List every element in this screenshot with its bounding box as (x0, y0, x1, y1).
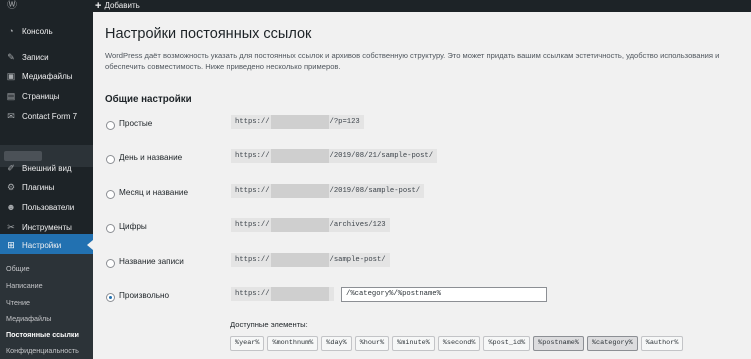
option-label[interactable]: День и название (119, 153, 182, 162)
sidebar-item-media[interactable]: ▣ Медиафайлы (0, 65, 93, 87)
sidebar-item-pages[interactable]: ▤ Страницы (0, 85, 93, 107)
settings-submenu: Общие Написание Чтение Медиафайлы Постоя… (0, 254, 93, 359)
example-url: https:///sample-post/ (231, 253, 390, 267)
main-content: Настройки постоянных ссылок WordPress да… (93, 12, 751, 359)
submenu-item-privacy[interactable]: Конфиденциальность (6, 346, 79, 355)
option-label[interactable]: Произвольно (119, 291, 169, 300)
sidebar-item-label: Настройки (22, 240, 62, 250)
tag-button-monthnum[interactable]: %monthnum% (267, 336, 319, 351)
submenu-item-writing[interactable]: Написание (6, 281, 43, 290)
tag-button-minute[interactable]: %minute% (392, 336, 435, 351)
radio-button-selected[interactable] (106, 293, 115, 302)
sidebar-item-label: Внешний вид (22, 163, 72, 173)
sidebar-item-contact-form[interactable]: ✉ Contact Form 7 (0, 105, 93, 127)
sidebar-item-label: Плагины (22, 182, 55, 192)
option-label[interactable]: Цифры (119, 222, 147, 231)
sidebar-item-label: Contact Form 7 (22, 111, 78, 121)
pages-icon: ▤ (6, 91, 16, 101)
page-title: Настройки постоянных ссылок (105, 26, 312, 42)
sidebar-item-label: Инструменты (22, 222, 72, 232)
permalink-option-post-name[interactable]: Название записи https:///sample-post/ (105, 253, 745, 275)
submenu-item-media[interactable]: Медиафайлы (6, 314, 51, 323)
submenu-item-permalinks[interactable]: Постоянные ссылки (6, 330, 79, 339)
tag-button-postname[interactable]: %postname% (533, 336, 584, 351)
option-label[interactable]: Месяц и название (119, 188, 188, 197)
page-description: WordPress даёт возможность указать для п… (105, 51, 720, 71)
sidebar-item-plugins[interactable]: ⚙ Плагины (0, 176, 93, 198)
tag-button-second[interactable]: %second% (437, 336, 481, 351)
permalink-option-month-name[interactable]: Месяц и название https:///2019/08/sample… (105, 184, 745, 206)
tag-button-author[interactable]: %author% (640, 336, 684, 351)
sidebar-item-label: Страницы (22, 91, 60, 101)
permalink-option-day-name[interactable]: День и название https:///2019/08/21/samp… (105, 149, 745, 171)
wordpress-logo-icon[interactable]: Ⓦ (5, 0, 19, 12)
section-title: Общие настройки (105, 94, 192, 105)
media-icon: ▣ (6, 71, 16, 81)
blurred-domain (270, 184, 329, 198)
tag-button-day[interactable]: %day% (321, 336, 352, 351)
tools-icon: ✂ (7, 222, 15, 232)
add-new-button[interactable]: + Добавить (95, 0, 140, 12)
add-new-label: Добавить (104, 1, 140, 10)
settings-icon: ⊞ (7, 240, 15, 250)
tag-button-hour[interactable]: %hour% (354, 336, 390, 351)
sidebar-item-users[interactable]: ☻ Пользователи (0, 196, 93, 218)
sidebar-item-settings[interactable]: ⊞ Настройки (0, 234, 93, 256)
plus-icon: + (95, 0, 102, 12)
radio-button[interactable] (106, 155, 115, 164)
available-tags: %year% %monthnum% %day% %hour% %minute% … (230, 336, 684, 351)
radio-button[interactable] (106, 190, 115, 199)
blurred-domain (270, 149, 329, 163)
example-url: https:///2019/08/sample-post/ (231, 184, 425, 198)
sidebar-item-label: Медиафайлы (22, 71, 73, 81)
dashboard-icon: ◔ (8, 26, 14, 36)
available-tags-label: Доступные элементы: (230, 320, 308, 329)
submenu-item-general[interactable]: Общие (6, 264, 30, 273)
tag-button-year[interactable]: %year% (230, 336, 265, 351)
sidebar-item-label: Записи (22, 52, 49, 62)
permalink-option-plain[interactable]: Простые https:///?p=123 (105, 115, 745, 137)
pin-icon: ✎ (7, 52, 15, 62)
example-url: https:///?p=123 (231, 115, 364, 129)
example-url: https:///archives/123 (231, 218, 390, 232)
blurred-domain (270, 287, 329, 301)
submenu-item-reading[interactable]: Чтение (6, 298, 30, 307)
users-icon: ☻ (6, 202, 16, 212)
admin-bar: Ⓦ + Добавить (0, 0, 751, 12)
custom-structure-input[interactable]: /%category%/%postname% (341, 287, 547, 302)
radio-button[interactable] (106, 259, 115, 268)
brush-icon: ✐ (7, 163, 15, 173)
blurred-domain (270, 218, 329, 232)
option-label[interactable]: Простые (119, 119, 152, 128)
mail-icon: ✉ (7, 111, 15, 121)
tag-button-post-id[interactable]: %post_id% (483, 336, 531, 351)
sidebar-item-dashboard[interactable]: ◔ Консоль (0, 20, 93, 42)
permalink-option-numeric[interactable]: Цифры https:///archives/123 (105, 218, 745, 240)
plugin-icon: ⚙ (6, 182, 16, 192)
example-url: https:///2019/08/21/sample-post/ (231, 149, 438, 163)
custom-url-prefix: https:// (231, 287, 334, 301)
permalink-option-custom[interactable]: Произвольно https:// /%category%/%postna… (105, 287, 745, 309)
sidebar-item-label: Консоль (22, 26, 53, 36)
tag-button-category[interactable]: %category% (586, 336, 638, 351)
option-label[interactable]: Название записи (119, 257, 184, 266)
blurred-domain (270, 253, 329, 267)
radio-button[interactable] (106, 224, 115, 233)
sidebar-item-label: Пользователи (22, 202, 75, 212)
blurred-domain (270, 115, 329, 129)
radio-button[interactable] (106, 121, 115, 130)
